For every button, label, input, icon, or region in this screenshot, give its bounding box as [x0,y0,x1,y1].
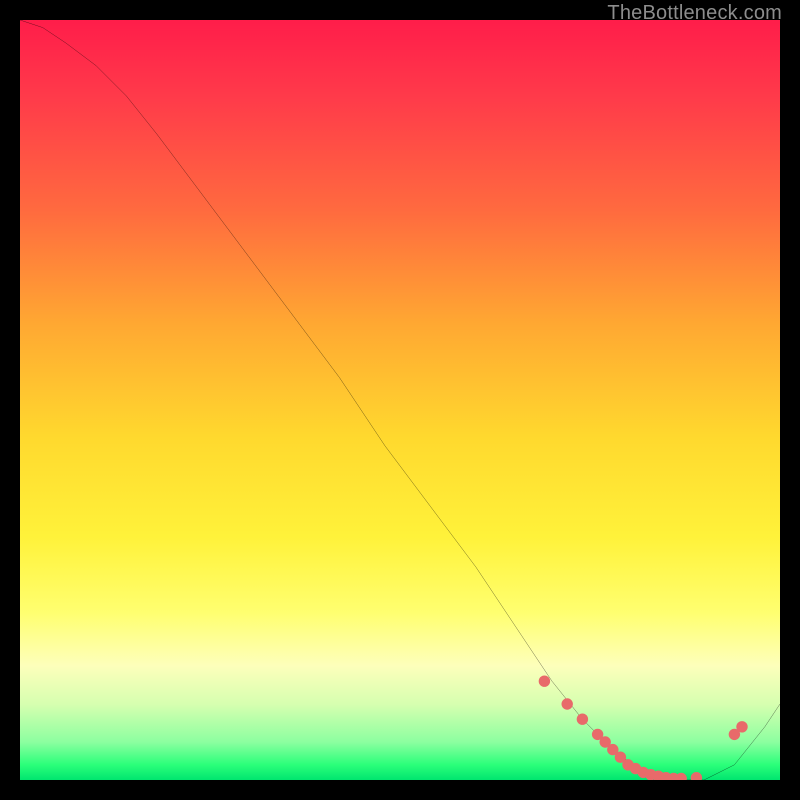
marker-dot [577,714,588,725]
marker-group [539,676,748,781]
marker-dot [539,676,550,687]
curve-path [20,20,780,780]
marker-dot [691,772,702,780]
chart-stage: TheBottleneck.com [0,0,800,800]
marker-dot [676,773,687,780]
chart-svg [20,20,780,780]
marker-dot [736,721,747,732]
marker-dot [562,698,573,709]
plot-area [20,20,780,780]
